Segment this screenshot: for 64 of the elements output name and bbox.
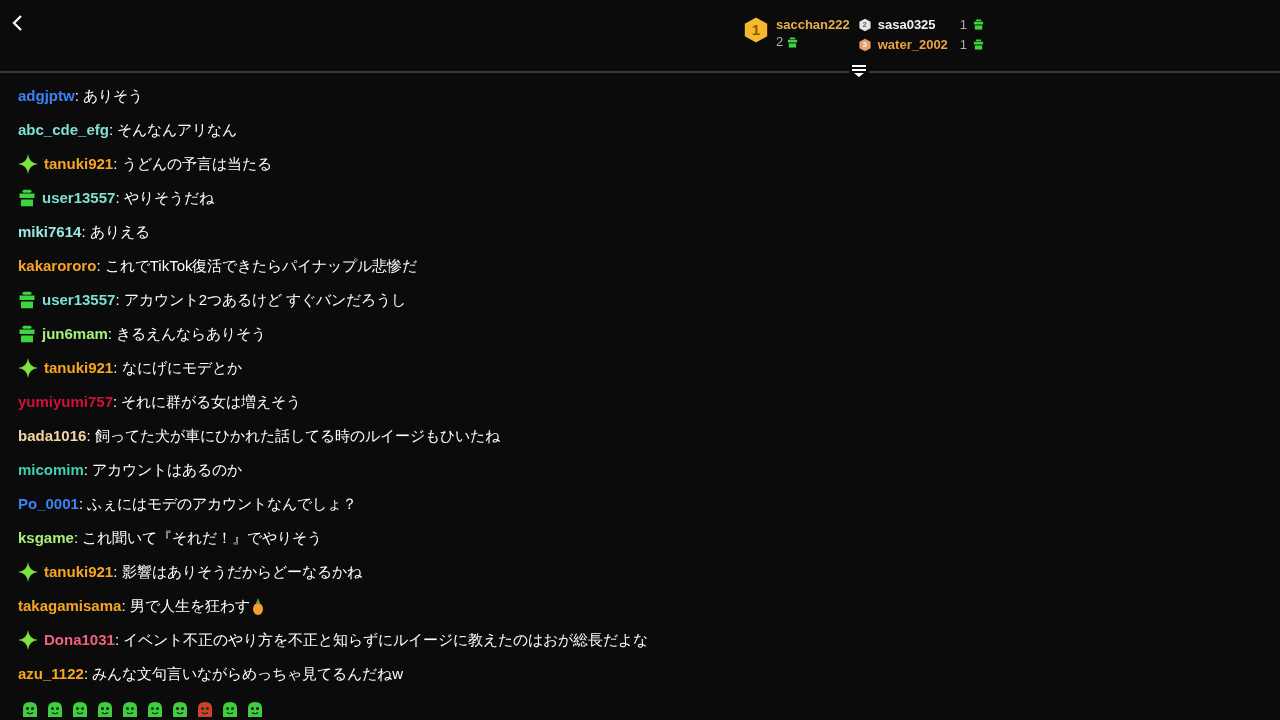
chat-message: : これでTikTok復活できたらパイナップル悲惨だ (96, 255, 418, 276)
viewer-name: sasa0325 (877, 16, 937, 33)
viewer-name: water_2002 (877, 36, 949, 53)
chat-message: : ありそう (74, 85, 143, 106)
rank-badge-icon (742, 16, 770, 44)
viewer-name: sacchan222 (776, 16, 850, 34)
chat-username: user13557 (42, 289, 116, 310)
back-icon (11, 14, 23, 32)
chat-username: ksgame (18, 527, 74, 548)
face-emote-icon (21, 701, 39, 719)
chat-message: : なにげにモデとか (113, 357, 242, 378)
face-emote-icon (221, 701, 239, 719)
chat-message: : アカウントはあるのか (83, 459, 243, 480)
face-emote-icon (71, 701, 89, 719)
chat-username: miki7614 (18, 221, 82, 242)
chat-message: : きるえんならありそう (107, 323, 267, 344)
face-emote-icon (96, 701, 114, 719)
gift-icon (972, 39, 984, 50)
chat-username: kakarororo (18, 255, 97, 276)
face-emote-icon (146, 701, 164, 719)
gift-icon (18, 291, 36, 309)
chat-username: adgjptw (18, 85, 75, 106)
chat-message: : これ聞いて『それだ！』でやりそう (73, 527, 323, 548)
chat-message: : みんな文句言いながらめっちゃ見てるんだねw (83, 663, 404, 684)
chat-message: : そんなんアリなん (108, 119, 238, 140)
chat-username: user13557 (42, 187, 116, 208)
chat-username: bada1016 (18, 425, 87, 446)
chat-username: Po_0001 (18, 493, 79, 514)
sparkle-icon (18, 358, 38, 378)
gift-count: 2 (776, 34, 784, 50)
gift-icon (18, 325, 36, 343)
chat-message: : 男で人生を狂わす (121, 595, 250, 616)
face-emote-icon (171, 701, 189, 719)
chat-message: : アカウント2つあるけど すぐバンだろうし (115, 289, 407, 310)
chat-message: : うどんの予言は当たる (113, 153, 272, 174)
chat-username: azu_1122 (18, 663, 84, 684)
chat-username: takagamisama (18, 595, 122, 616)
gift-count: 1 (959, 16, 967, 33)
rank-badge-icon (857, 17, 872, 32)
sparkle-icon (18, 154, 38, 174)
gift-icon (18, 189, 36, 207)
rank-number: 1 (751, 22, 761, 38)
face-emote-icon (46, 701, 64, 719)
filter-icon (852, 65, 866, 77)
chat-message: : やりそうだね (115, 187, 214, 208)
chat-username: micomim (18, 459, 84, 480)
sparkle-icon (18, 630, 38, 650)
chat-message: : ふぇにはモデのアカウントなんでしょ？ (78, 493, 358, 514)
chat-message: : ありえる (81, 221, 150, 242)
gift-icon (787, 36, 799, 48)
face-emote-icon (196, 701, 214, 719)
face-emote-icon (246, 701, 264, 719)
sparkle-icon (18, 562, 38, 582)
rank-badge-icon (857, 37, 872, 52)
gift-count: 1 (959, 36, 967, 53)
chat-username: Dona1031 (44, 629, 115, 650)
chat-username: jun6mam (42, 323, 108, 344)
chat-username: abc_cde_efg (18, 119, 109, 140)
chat-message: : 飼ってた犬が車にひかれた話してる時のルイージもひいたね (86, 425, 500, 446)
gift-icon (972, 19, 984, 30)
chat-message: : それに群がる女は増えそう (113, 391, 302, 412)
chat-message: : 影響はありそうだからどーなるかね (113, 561, 362, 582)
chat-message: : イベント不正のやり方を不正と知らずにルイージに教えたのはおが総長だよな (114, 629, 649, 650)
face-emote-icon (121, 701, 139, 719)
